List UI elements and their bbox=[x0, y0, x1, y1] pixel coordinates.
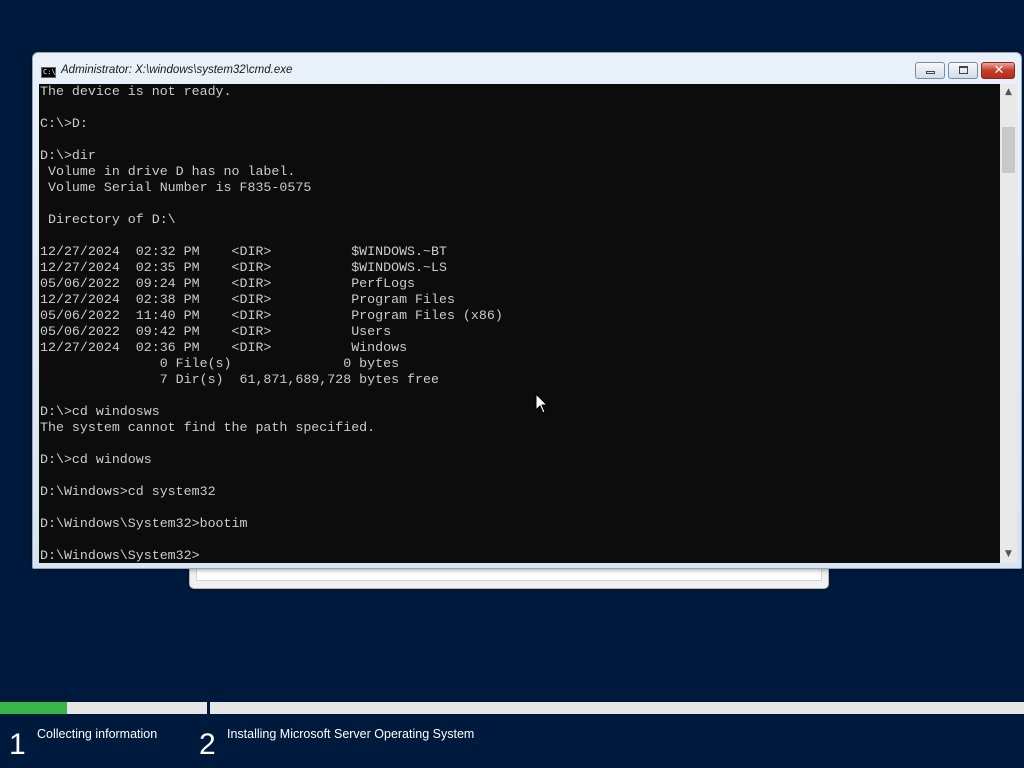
mouse-pointer-icon bbox=[535, 393, 549, 414]
cmd-window[interactable]: C:\ Administrator: X:\windows\system32\c… bbox=[32, 52, 1022, 569]
minimize-button[interactable] bbox=[915, 62, 945, 79]
title-bar[interactable]: C:\ Administrator: X:\windows\system32\c… bbox=[33, 53, 1021, 85]
step-2-label: Installing Microsoft Server Operating Sy… bbox=[227, 727, 475, 741]
minimize-icon bbox=[926, 71, 935, 74]
step-2-number: 2 bbox=[199, 728, 216, 761]
console-area[interactable]: The device is not ready. C:\>D: D:\>dir … bbox=[39, 84, 1000, 563]
maximize-button[interactable] bbox=[948, 62, 978, 79]
step-1-number: 1 bbox=[9, 728, 26, 761]
close-button[interactable]: ✕ bbox=[981, 62, 1015, 79]
vertical-scrollbar[interactable]: ▲ ▼ bbox=[1000, 84, 1017, 563]
progress-step-divider bbox=[207, 702, 210, 714]
cmd-icon-text: C:\ bbox=[43, 68, 56, 76]
scroll-thumb[interactable] bbox=[1002, 127, 1015, 173]
window-title: Administrator: X:\windows\system32\cmd.e… bbox=[61, 64, 293, 76]
close-icon: ✕ bbox=[993, 63, 1005, 78]
scroll-up-arrow-icon[interactable]: ▲ bbox=[1000, 84, 1017, 101]
console-output: The device is not ready. C:\>D: D:\>dir … bbox=[40, 84, 503, 563]
scroll-down-arrow-icon[interactable]: ▼ bbox=[1000, 546, 1017, 563]
maximize-icon bbox=[959, 66, 968, 74]
cmd-icon: C:\ bbox=[41, 67, 56, 78]
setup-progress-track bbox=[0, 702, 1024, 714]
step-1-label: Collecting information bbox=[37, 727, 158, 741]
setup-progress-fill bbox=[0, 702, 67, 714]
